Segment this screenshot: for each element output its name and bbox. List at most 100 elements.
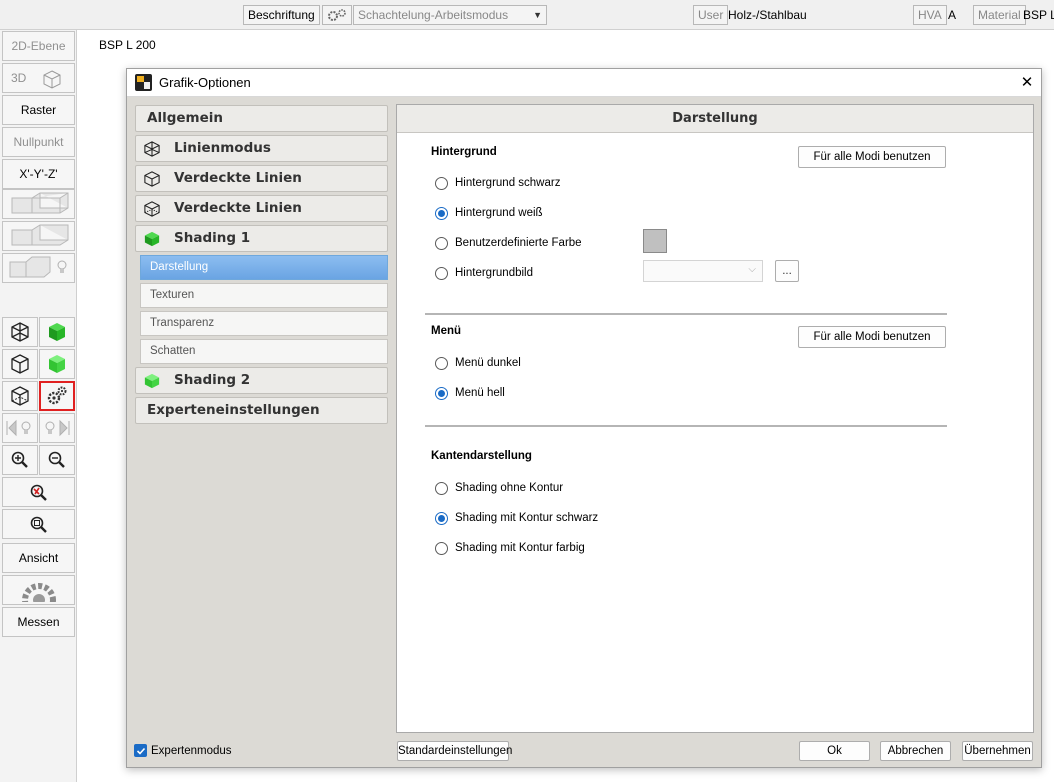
box-view-icon bbox=[11, 192, 68, 214]
radio-circle bbox=[435, 176, 448, 190]
grafik-optionen-dialog: Grafik-Optionen ✕ Allgemein Linienmodus … bbox=[126, 68, 1042, 768]
hidden-dashed-button[interactable] bbox=[2, 381, 38, 411]
hintergrund-all-modes-button[interactable]: Für alle Modi benutzen bbox=[798, 146, 946, 168]
nav-experteneinstellungen[interactable]: Experteneinstellungen bbox=[135, 397, 388, 424]
radio-circle bbox=[435, 481, 448, 495]
radio-benutzerdefinierte-farbe[interactable]: Benutzerdefinierte Farbe bbox=[435, 235, 582, 251]
radio-label: Benutzerdefinierte Farbe bbox=[455, 237, 582, 249]
zoom-extents-button[interactable] bbox=[2, 477, 75, 507]
view-box-button-3[interactable] bbox=[2, 253, 75, 283]
messen-button[interactable]: Messen bbox=[2, 607, 75, 637]
nav-linienmodus[interactable]: Linienmodus bbox=[135, 135, 388, 162]
raster-button[interactable]: Raster bbox=[2, 95, 75, 125]
zoom-window-button[interactable] bbox=[2, 509, 75, 539]
mode-select-value: Schachtelung-Arbeitsmodus bbox=[358, 8, 509, 22]
view-box-button-2[interactable] bbox=[2, 221, 75, 251]
cube-outline-icon bbox=[43, 70, 61, 89]
large-gear-icon bbox=[21, 583, 56, 617]
2d-ebene-button[interactable]: 2D-Ebene bbox=[2, 31, 75, 61]
chevron-down-icon: ⌵ bbox=[748, 264, 756, 275]
view-box-button-1[interactable] bbox=[2, 189, 75, 219]
abbrechen-button[interactable]: Abbrechen bbox=[880, 741, 951, 761]
radio-hintergrund-weiss[interactable]: Hintergrund weiß bbox=[435, 205, 543, 221]
hva-label: HVA bbox=[913, 5, 947, 25]
gears-icon[interactable] bbox=[322, 5, 352, 25]
nav-verdeckte-linien[interactable]: Verdeckte Linien bbox=[135, 165, 388, 192]
shading-light-green-button[interactable] bbox=[39, 349, 75, 379]
radio-shading-ohne-kontur[interactable]: Shading ohne Kontur bbox=[435, 480, 563, 496]
graphic-options-gears-button[interactable] bbox=[39, 381, 75, 411]
user-label: User bbox=[693, 5, 729, 25]
standardeinstellungen-button[interactable]: Standardeinstellungen bbox=[397, 741, 512, 761]
hidden-lines-button[interactable] bbox=[2, 349, 38, 379]
light-prev-button[interactable] bbox=[2, 413, 38, 443]
settings-gear-button[interactable] bbox=[2, 575, 75, 617]
nav-shading-1[interactable]: Shading 1 bbox=[135, 225, 388, 252]
light-next-icon bbox=[45, 419, 70, 437]
nav-label: Linienmodus bbox=[174, 140, 271, 156]
ok-button[interactable]: Ok bbox=[799, 741, 870, 761]
content-panel: Darstellung Hintergrund Für alle Modi be… bbox=[396, 104, 1034, 733]
xyz-button[interactable]: X'-Y'-Z' bbox=[2, 159, 75, 189]
cube-icon bbox=[144, 171, 160, 187]
radio-label: Shading ohne Kontur bbox=[455, 482, 564, 494]
color-swatch-button[interactable] bbox=[643, 229, 667, 253]
uebernehmen-button[interactable]: Übernehmen bbox=[962, 741, 1033, 761]
nullpunkt-button[interactable]: Nullpunkt bbox=[2, 127, 75, 157]
nav-label: Shading 2 bbox=[174, 372, 251, 388]
nav-sub-schatten[interactable]: Schatten bbox=[140, 339, 388, 364]
radio-circle bbox=[435, 266, 448, 280]
radio-circle-selected bbox=[435, 206, 448, 220]
radio-label: Hintergrund schwarz bbox=[455, 177, 561, 189]
nav-sub-texturen[interactable]: Texturen bbox=[140, 283, 388, 308]
mode-select[interactable]: Schachtelung-Arbeitsmodus ▼ bbox=[353, 5, 547, 25]
shading-green-button[interactable] bbox=[39, 317, 75, 347]
nav-sub-transparenz[interactable]: Transparenz bbox=[140, 311, 388, 336]
radio-hintergrundbild[interactable]: Hintergrundbild bbox=[435, 265, 533, 281]
chevron-down-icon: ▼ bbox=[533, 10, 542, 20]
hva-value: A bbox=[948, 8, 957, 22]
radio-menu-hell[interactable]: Menü hell bbox=[435, 385, 505, 401]
radio-label: Hintergrundbild bbox=[455, 267, 533, 279]
radio-hintergrund-schwarz[interactable]: Hintergrund schwarz bbox=[435, 175, 560, 191]
material-value: BSP L bbox=[1023, 8, 1054, 22]
user-value: Holz-/Stahlbau bbox=[728, 8, 807, 22]
green-cube-icon bbox=[144, 231, 160, 247]
browse-button[interactable]: ... bbox=[775, 260, 799, 282]
hintergrundbild-select[interactable]: ⌵ bbox=[643, 260, 763, 282]
dialog-title: Grafik-Optionen bbox=[159, 75, 251, 90]
nav-label: Verdeckte Linien bbox=[174, 170, 302, 186]
zoom-out-button[interactable] bbox=[39, 445, 75, 475]
wireframe-button[interactable] bbox=[2, 317, 38, 347]
close-icon[interactable]: ✕ bbox=[1018, 73, 1036, 91]
radio-shading-kontur-farbig[interactable]: Shading mit Kontur farbig bbox=[435, 540, 585, 556]
radio-shading-kontur-schwarz[interactable]: Shading mit Kontur schwarz bbox=[435, 510, 598, 526]
light-next-button[interactable] bbox=[39, 413, 75, 443]
nav-allgemein[interactable]: Allgemein bbox=[135, 105, 388, 132]
zoom-out-icon bbox=[48, 451, 65, 468]
cube-icon bbox=[11, 354, 29, 374]
radio-menu-dunkel[interactable]: Menü dunkel bbox=[435, 355, 521, 371]
ansicht-button[interactable]: Ansicht bbox=[2, 543, 75, 573]
zoom-in-button[interactable] bbox=[2, 445, 38, 475]
material-label: Material bbox=[973, 5, 1026, 25]
dialog-titlebar: Grafik-Optionen ✕ bbox=[127, 69, 1041, 97]
expertenmodus-checkbox[interactable]: Expertenmodus bbox=[134, 744, 232, 757]
wireframe-cube-icon bbox=[144, 141, 160, 157]
radio-label: Hintergrund weiß bbox=[455, 207, 543, 219]
panel-title: Darstellung bbox=[397, 105, 1033, 133]
canvas-element-label: BSP L 200 bbox=[99, 38, 156, 52]
nav-sub-darstellung[interactable]: Darstellung bbox=[140, 255, 388, 280]
nav-shading-2[interactable]: Shading 2 bbox=[135, 367, 388, 394]
beschriftung-button[interactable]: Beschriftung bbox=[243, 5, 320, 25]
radio-label: Menü hell bbox=[455, 387, 505, 399]
radio-label: Shading mit Kontur schwarz bbox=[455, 512, 599, 524]
checkbox-checked-icon bbox=[134, 744, 147, 757]
zoom-reset-icon bbox=[30, 484, 47, 501]
radio-circle-selected bbox=[435, 511, 448, 525]
nav-verdeckte-gestrichelt[interactable]: Verdeckte Linien gestrichelt bbox=[135, 195, 388, 241]
3d-button[interactable]: 3D bbox=[2, 63, 75, 93]
menu-heading: Menü bbox=[431, 325, 462, 337]
menu-all-modes-button[interactable]: Für alle Modi benutzen bbox=[798, 326, 946, 348]
box-light-icon bbox=[9, 256, 66, 278]
